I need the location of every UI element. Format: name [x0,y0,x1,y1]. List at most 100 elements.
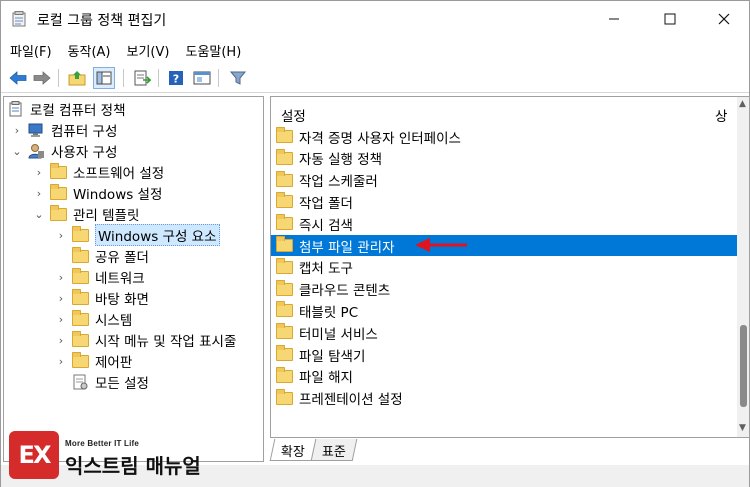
tree-item-label: 네트워크 [95,271,145,287]
gpedit-app-icon [12,11,26,27]
maximize-icon [664,13,676,25]
list-item[interactable]: 클라우드 콘텐츠 [271,279,737,300]
forward-button[interactable] [31,67,53,89]
tree-item-control-panel[interactable]: › 제어판 [56,351,132,371]
list-item[interactable]: 터미널 서비스 [271,322,737,343]
folder-icon [276,323,293,340]
folder-icon [72,288,89,305]
show-hide-tree-button[interactable] [93,67,115,89]
chevron-right-icon[interactable]: › [34,187,44,200]
tree-pane[interactable]: 로컬 컴퓨터 정책 › 컴퓨터 구성 ⌄ 사용자 구성 › 소프트웨어 설정 ›… [3,96,264,462]
tree-item-user-config[interactable]: ⌄ 사용자 구성 [12,141,117,161]
list-item[interactable]: 작업 폴더 [271,191,737,212]
menu-view[interactable]: 보기(V) [118,37,177,61]
list-item-label: 파일 탐색기 [299,348,366,365]
chevron-right-icon[interactable]: › [56,313,66,326]
menu-file[interactable]: 파일(F) [1,37,59,61]
list-item[interactable]: 프레젠테이션 설정 [271,388,737,409]
tree-item-shared-folders[interactable]: 공유 폴더 [56,246,149,266]
policy-icon [9,101,22,117]
list-item[interactable]: 즉시 검색 [271,213,737,234]
chevron-right-icon[interactable]: › [34,166,44,179]
tree-item-all-settings[interactable]: 모든 설정 [56,372,149,392]
chevron-right-icon[interactable]: › [56,355,66,368]
folder-icon [276,148,293,165]
menu-help[interactable]: 도움말(H) [176,37,248,61]
list-item-label: 작업 스케줄러 [299,174,378,191]
tree-item-admin-templates[interactable]: ⌄ 관리 템플릿 [34,204,139,224]
tree-item-label: 공유 폴더 [95,250,149,266]
folder-icon [50,183,67,200]
chevron-right-icon[interactable]: › [56,334,66,347]
vertical-scrollbar[interactable]: ▲ ▼ [737,97,749,437]
list-item-label: 태블릿 PC [299,304,359,321]
view-tabs: 확장 표준 [269,439,358,463]
list-header: 설정 상 [271,97,749,127]
tree-item-computer-config[interactable]: › 컴퓨터 구성 [12,120,117,140]
user-icon [28,144,44,159]
chevron-right-icon[interactable]: › [56,292,66,305]
tree-item-label: 소프트웨어 설정 [73,166,165,182]
column-header-state[interactable]: 상 [715,105,727,125]
tab-extended[interactable]: 확장 [269,439,317,461]
tree-item-local-computer-policy[interactable]: 로컬 컴퓨터 정책 [8,99,126,119]
list-item[interactable]: 작업 스케줄러 [271,170,737,191]
settings-list-pane[interactable]: 설정 상 자격 증명 사용자 인터페이스 자동 실행 정책작업 스케줄러작업 폴더… [270,96,750,438]
scroll-up-arrow-icon[interactable]: ▲ [739,99,746,109]
show-hide-tree-icon [96,71,112,85]
tree-item-system[interactable]: › 시스템 [56,309,132,329]
list-item[interactable]: 자격 증명 사용자 인터페이스 [271,126,737,147]
list-item[interactable]: 파일 탐색기 [271,344,737,365]
chevron-down-icon[interactable]: ⌄ [12,145,22,158]
watermark-tagline: More Better IT Life [65,439,140,448]
up-level-button[interactable] [66,67,88,89]
scroll-down-arrow-icon[interactable]: ▼ [739,423,746,433]
up-folder-icon [68,71,86,86]
tree-item-software-settings[interactable]: › 소프트웨어 설정 [34,162,164,182]
tree-item-network[interactable]: › 네트워크 [56,267,145,287]
back-button[interactable] [7,67,29,89]
chevron-right-icon[interactable]: › [56,271,66,284]
list-item[interactable]: 첨부 파일 관리자 [271,235,737,256]
tab-standard[interactable]: 표준 [310,439,358,461]
maximize-button[interactable] [647,1,693,37]
folder-icon [276,170,293,187]
title-bar[interactable]: 로컬 그룹 정책 편집기 [1,1,749,37]
tree-item-start-menu-taskbar[interactable]: › 시작 메뉴 및 작업 표시줄 [56,330,236,350]
folder-icon [72,309,89,326]
scroll-thumb[interactable] [740,325,747,407]
tab-label: 표준 [321,445,346,460]
help-button[interactable]: ? [165,67,187,89]
help-icon: ? [169,71,183,86]
column-header-settings[interactable]: 설정 [281,105,306,125]
chevron-right-icon[interactable]: › [12,124,22,137]
list-item[interactable]: 캡처 도구 [271,257,737,278]
minimize-button[interactable] [591,1,637,37]
tree-item-label: 시작 메뉴 및 작업 표시줄 [95,334,237,350]
menu-action[interactable]: 동작(A) [59,37,118,61]
filter-button[interactable] [227,67,249,89]
list-item-label: 작업 폴더 [299,195,353,212]
list-item[interactable]: 자동 실행 정책 [271,148,737,169]
tree-item-desktop[interactable]: › 바탕 화면 [56,288,149,308]
export-list-button[interactable] [131,67,153,89]
folder-icon [50,162,67,179]
toolbar-separator [218,69,219,87]
tree-item-windows-components[interactable]: › Windows 구성 요소 [56,224,220,246]
tree-item-label: 바탕 화면 [95,292,149,308]
properties-button[interactable] [191,67,213,89]
list-item[interactable]: 파일 해지 [271,366,737,387]
chevron-right-icon[interactable]: › [56,229,66,242]
folder-icon [276,279,293,296]
close-button[interactable] [701,1,747,37]
folder-icon [276,214,293,231]
tree-item-windows-settings[interactable]: › Windows 설정 [34,183,162,203]
toolbar-separator [123,69,124,87]
toolbar-separator [58,69,59,87]
folder-icon [276,236,293,252]
tree-item-label: 제어판 [95,355,133,371]
list-item[interactable]: 태블릿 PC [271,300,737,321]
list-item-label: 자격 증명 사용자 인터페이스 [299,130,461,147]
chevron-down-icon[interactable]: ⌄ [34,208,44,221]
folder-icon [276,257,293,274]
